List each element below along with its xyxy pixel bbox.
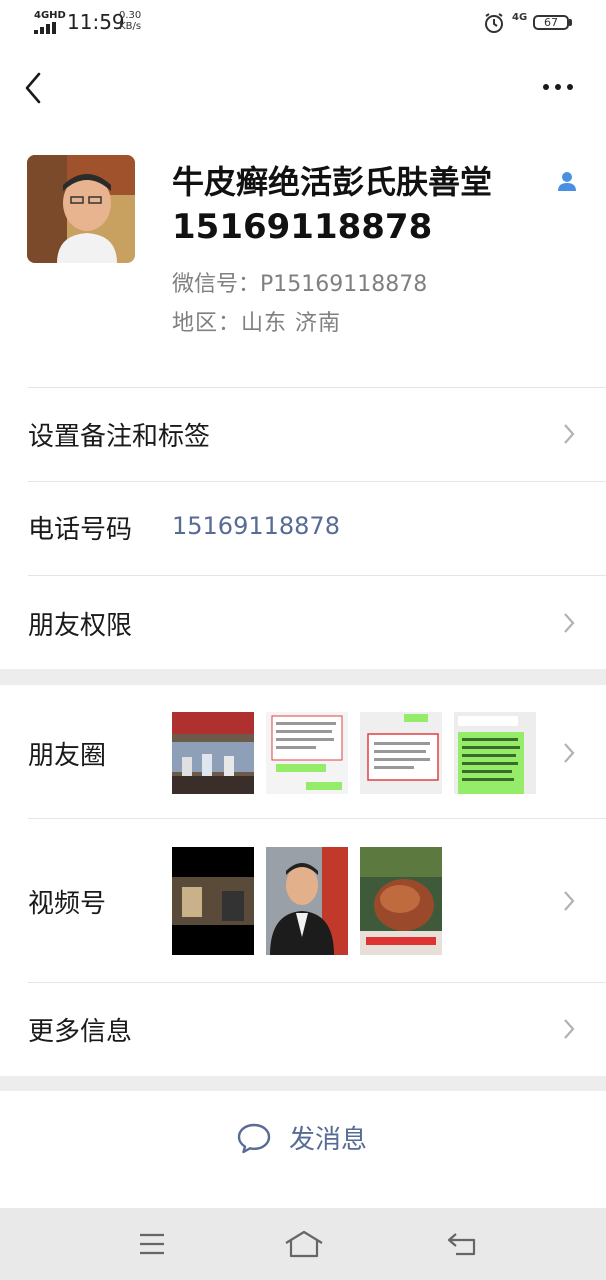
battery-level: 67: [544, 16, 558, 29]
phone-label: 电话号码: [28, 515, 133, 545]
bottom-spacer: [0, 1185, 606, 1208]
divider: [28, 481, 606, 482]
remark-tags-label[interactable]: 设置备注和标签: [28, 416, 210, 453]
channels-label[interactable]: 视频号: [28, 883, 106, 920]
channel-video[interactable]: [266, 847, 348, 955]
send-message-label[interactable]: 发消息: [289, 1119, 367, 1156]
home-icon[interactable]: [283, 1229, 325, 1259]
more-info-label[interactable]: 更多信息: [28, 1011, 132, 1048]
divider: [28, 818, 606, 819]
divider: [28, 387, 606, 388]
moments-screenshot[interactable]: [454, 712, 536, 794]
chat-bubble-icon: [237, 1123, 271, 1154]
divider: [28, 982, 606, 983]
moments-photo[interactable]: [172, 712, 254, 794]
cell-indicator: 4G: [512, 12, 528, 23]
battery-tip: [569, 19, 572, 26]
channel-video[interactable]: [172, 847, 254, 955]
chevron-right-icon[interactable]: [562, 889, 576, 913]
channel-video[interactable]: [360, 847, 442, 955]
wechat-id: 微信号：P15169118878: [172, 272, 428, 297]
top-bar: [0, 46, 606, 132]
moments-thumbnails[interactable]: [172, 712, 552, 794]
channels-thumbnails[interactable]: [172, 847, 442, 955]
permissions-label[interactable]: 朋友权限: [28, 605, 132, 642]
region: 地区：山东 济南: [172, 311, 341, 336]
signal-icon: [34, 22, 56, 34]
network-type: 4GHD: [34, 10, 66, 21]
divider: [28, 575, 606, 576]
chevron-right-icon[interactable]: [562, 422, 576, 446]
back-arrow-icon[interactable]: [22, 70, 46, 106]
more-options-icon[interactable]: [540, 80, 576, 94]
clock: 11:59: [67, 10, 125, 34]
chevron-right-icon[interactable]: [562, 741, 576, 765]
network-speed: 0.30 KB/s: [119, 10, 142, 32]
moments-screenshot[interactable]: [266, 712, 348, 794]
moments-label[interactable]: 朋友圈: [28, 735, 106, 772]
chevron-right-icon[interactable]: [562, 611, 576, 635]
gender-male-icon: [558, 172, 576, 191]
contact-name: 牛皮癣绝活彭氏肤善堂 15169118878: [172, 163, 493, 247]
chevron-right-icon[interactable]: [562, 1017, 576, 1041]
moments-screenshot[interactable]: [360, 712, 442, 794]
alarm-icon: [485, 13, 503, 33]
avatar[interactable]: [27, 155, 135, 263]
menu-icon[interactable]: [138, 1231, 166, 1257]
back-nav-icon[interactable]: [446, 1231, 478, 1257]
phone-number-link[interactable]: 15169118878: [172, 512, 340, 540]
